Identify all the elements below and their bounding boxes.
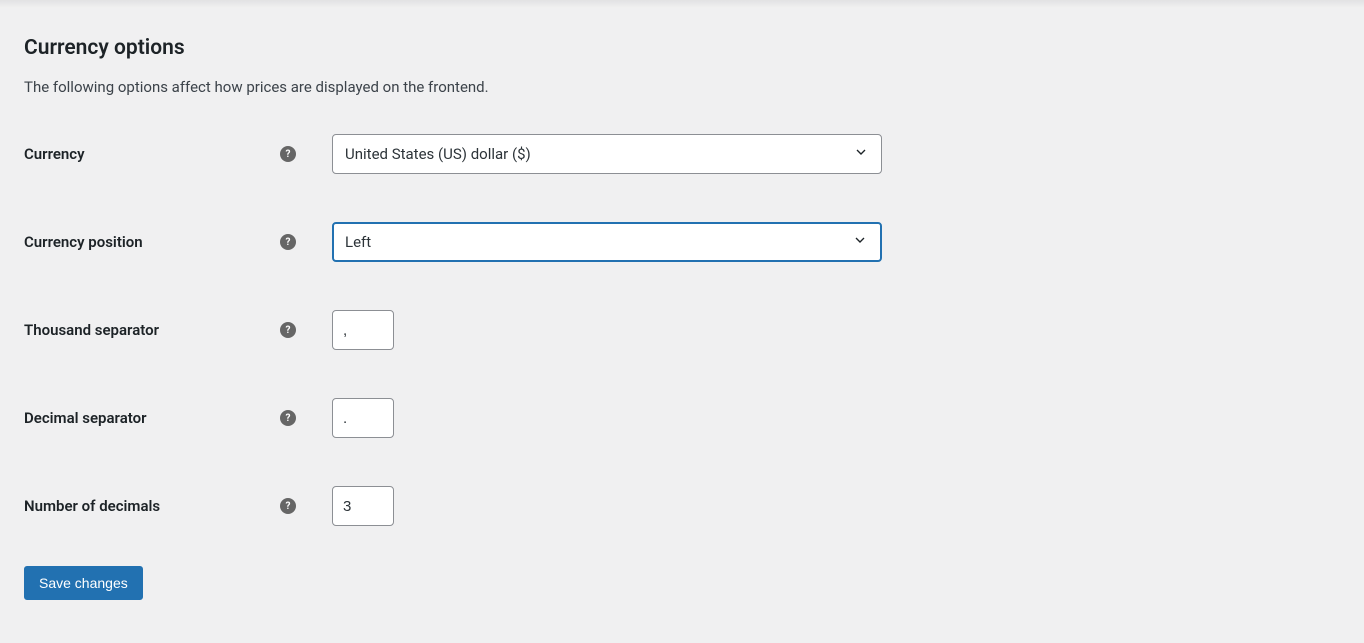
help-icon[interactable]: ? bbox=[280, 498, 296, 514]
currency-position-select[interactable]: Left bbox=[332, 222, 882, 262]
thousand-separator-input[interactable] bbox=[332, 310, 394, 350]
row-currency: Currency ? United States (US) dollar ($) bbox=[24, 134, 1340, 174]
chevron-down-icon bbox=[852, 232, 868, 252]
help-icon[interactable]: ? bbox=[280, 234, 296, 250]
section-description: The following options affect how prices … bbox=[24, 78, 1340, 96]
number-of-decimals-input[interactable] bbox=[332, 486, 394, 526]
chevron-down-icon bbox=[853, 144, 869, 164]
currency-position-label: Currency position bbox=[24, 233, 143, 251]
currency-position-select-value: Left bbox=[345, 233, 371, 251]
section-title: Currency options bbox=[24, 36, 1340, 60]
currency-select-value: United States (US) dollar ($) bbox=[345, 145, 531, 163]
decimal-separator-input[interactable] bbox=[332, 398, 394, 438]
row-currency-position: Currency position ? Left bbox=[24, 222, 1340, 262]
thousand-separator-label: Thousand separator bbox=[24, 321, 159, 339]
number-of-decimals-label: Number of decimals bbox=[24, 497, 160, 515]
currency-label: Currency bbox=[24, 145, 85, 163]
help-icon[interactable]: ? bbox=[280, 410, 296, 426]
decimal-separator-label: Decimal separator bbox=[24, 409, 147, 427]
row-thousand-separator: Thousand separator ? bbox=[24, 310, 1340, 350]
save-changes-button[interactable]: Save changes bbox=[24, 566, 143, 600]
currency-select[interactable]: United States (US) dollar ($) bbox=[332, 134, 882, 174]
help-icon[interactable]: ? bbox=[280, 146, 296, 162]
row-decimal-separator: Decimal separator ? bbox=[24, 398, 1340, 438]
row-number-of-decimals: Number of decimals ? bbox=[24, 486, 1340, 526]
help-icon[interactable]: ? bbox=[280, 322, 296, 338]
